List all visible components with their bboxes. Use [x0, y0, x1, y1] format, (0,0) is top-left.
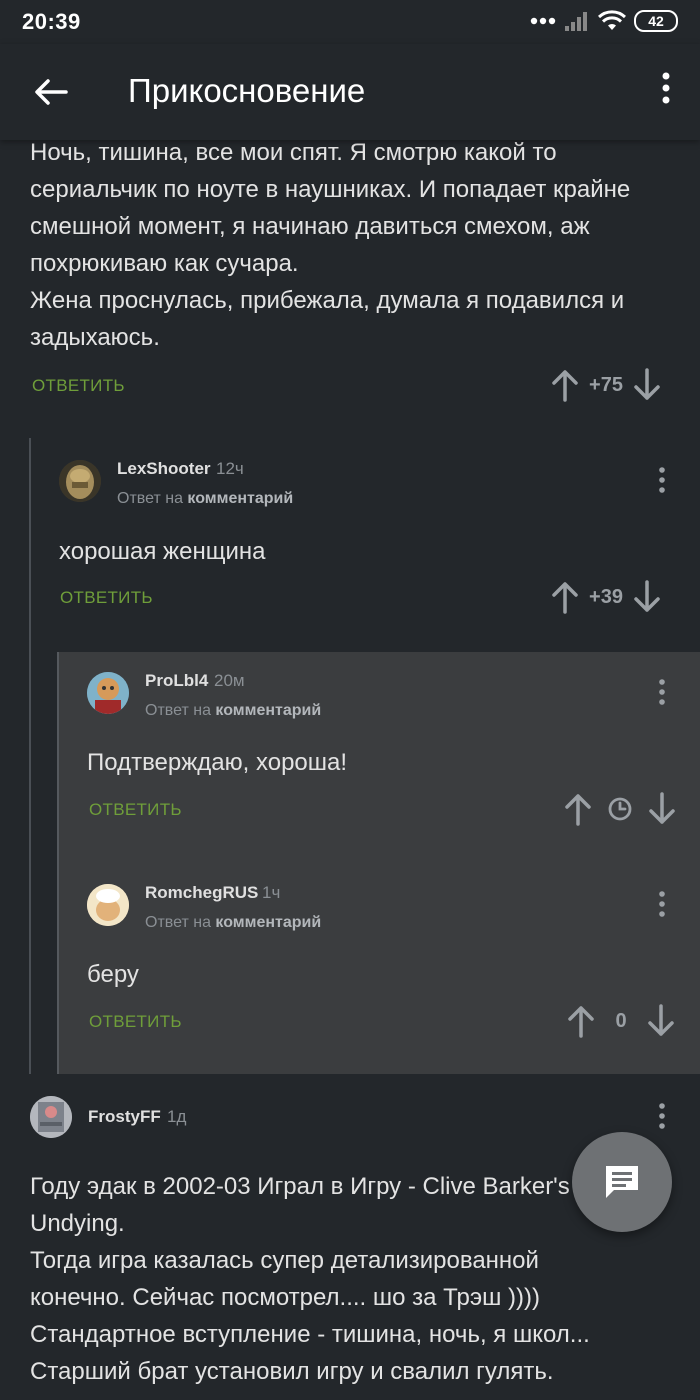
status-bar: 20:39 42	[0, 0, 700, 44]
comment-text: хорошая женщина	[59, 538, 266, 565]
reply-to-prefix: Ответ на	[145, 914, 211, 931]
battery-icon: 42	[634, 10, 678, 32]
comment-author[interactable]: RomchegRUS	[145, 883, 258, 903]
comment-text: Подтверждаю, хороша!	[87, 749, 348, 776]
reply-button[interactable]: ОТВЕТИТЬ	[89, 1012, 182, 1032]
comment-time: 12ч	[216, 459, 244, 478]
more-icon[interactable]	[657, 890, 667, 920]
reply-to: Ответ на комментарий	[145, 702, 321, 720]
comment-time: 1ч	[262, 883, 281, 902]
score-value: +75	[589, 373, 623, 396]
upvote-icon[interactable]	[563, 792, 593, 826]
arrow-left-icon[interactable]	[30, 72, 70, 112]
reply-button[interactable]: ОТВЕТИТЬ	[89, 800, 182, 820]
reply-to: Ответ на комментарий	[145, 914, 321, 932]
comment-text: Ночь, тишина, все мои спят. Я смотрю как…	[30, 140, 631, 351]
reply-to-link[interactable]: комментарий	[215, 702, 321, 719]
upvote-icon[interactable]	[566, 1004, 596, 1038]
comment-text: беру	[87, 961, 139, 988]
status-icons: 42	[530, 10, 678, 32]
avatar[interactable]	[30, 1096, 72, 1138]
kebab-icon[interactable]	[658, 70, 674, 110]
comment-author[interactable]: ProLbl4	[145, 671, 208, 691]
downvote-icon[interactable]	[632, 580, 662, 614]
thread-line	[29, 438, 31, 1074]
more-icon[interactable]	[657, 1102, 667, 1132]
comment-icon	[606, 1166, 638, 1198]
upvote-icon[interactable]	[550, 580, 580, 614]
comment-author[interactable]: FrostyFF	[88, 1107, 161, 1127]
avatar[interactable]	[87, 884, 129, 926]
score-value: +39	[589, 585, 623, 608]
comment-author[interactable]: LexShooter	[117, 459, 211, 479]
vote-controls: +39	[550, 580, 662, 614]
avatar[interactable]	[59, 460, 101, 502]
clock-icon	[608, 797, 632, 821]
wifi-icon	[598, 10, 626, 30]
signal-icon	[565, 12, 587, 31]
reply-button[interactable]: ОТВЕТИТЬ	[32, 376, 125, 396]
downvote-icon[interactable]	[632, 368, 662, 402]
reply-to: Ответ на комментарий	[117, 490, 293, 508]
app-bar: Прикосновение	[0, 44, 700, 140]
thread-line	[57, 652, 59, 1074]
avatar-image-icon	[87, 672, 129, 714]
downvote-icon[interactable]	[646, 1004, 676, 1038]
reply-button[interactable]: ОТВЕТИТЬ	[60, 588, 153, 608]
vote-controls	[563, 792, 677, 826]
vote-controls: 0	[566, 1004, 676, 1038]
avatar[interactable]	[87, 672, 129, 714]
reply-to-prefix: Ответ на	[145, 702, 211, 719]
status-time: 20:39	[22, 9, 81, 34]
more-icon[interactable]	[657, 678, 667, 708]
reply-to-link[interactable]: комментарий	[187, 490, 293, 507]
downvote-icon[interactable]	[647, 792, 677, 826]
page-title: Прикосновение	[128, 72, 366, 109]
score-value: 0	[615, 1009, 627, 1032]
dots-icon	[530, 17, 556, 25]
avatar-image-icon	[59, 460, 101, 502]
comment-button[interactable]	[572, 1132, 672, 1232]
vote-controls: +75	[550, 368, 662, 402]
comment-time: 1д	[167, 1107, 187, 1126]
upvote-icon[interactable]	[550, 368, 580, 402]
reply-to-link[interactable]: комментарий	[215, 914, 321, 931]
more-icon[interactable]	[657, 466, 667, 496]
comment-time: 20м	[214, 671, 245, 690]
avatar-image-icon	[30, 1096, 72, 1138]
reply-to-prefix: Ответ на	[117, 490, 183, 507]
avatar-image-icon	[87, 884, 129, 926]
